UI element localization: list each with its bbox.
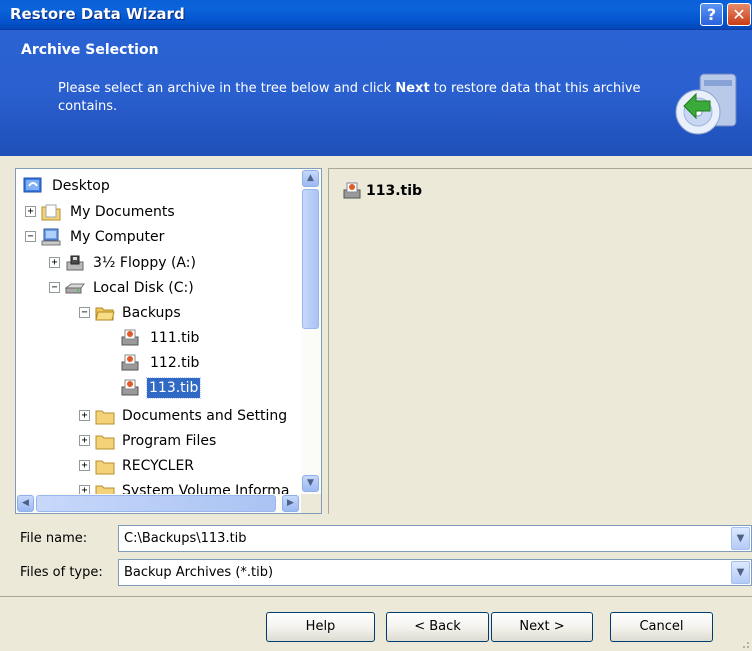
hard-disk-icon	[65, 283, 85, 294]
tree-label: Backups	[122, 305, 181, 321]
expand-toggle[interactable]: +	[79, 435, 90, 446]
floppy-drive-icon	[66, 255, 84, 271]
file-name-row: File name: C:\Backups\113.tib ▼	[0, 525, 752, 553]
footer-divider	[0, 596, 752, 597]
tree-item-113-tib[interactable]: 113.tib	[16, 376, 301, 400]
my-documents-icon	[41, 204, 61, 221]
tree-item-111-tib[interactable]: 111.tib	[16, 326, 301, 350]
page-description: Please select an archive in the tree bel…	[58, 80, 658, 116]
tree-item-local-disk-c[interactable]: − Local Disk (C:)	[16, 276, 301, 300]
folder-icon	[95, 460, 115, 475]
archive-contents-pane[interactable]: 113.tib	[328, 168, 752, 514]
description-next-emphasis: Next	[395, 81, 430, 96]
tree-label-selected: 113.tib	[145, 377, 202, 399]
tree-label: Documents and Setting	[122, 408, 288, 424]
scroll-up-arrow-icon[interactable]: ▲	[302, 170, 319, 187]
collapse-toggle[interactable]: −	[49, 282, 60, 293]
files-of-type-value: Backup Archives (*.tib)	[124, 565, 274, 580]
backup-archive-icon	[343, 182, 361, 199]
tree-label: 3½ Floppy (A:)	[93, 255, 196, 271]
list-item-label: 113.tib	[366, 183, 423, 199]
files-of-type-select[interactable]: Backup Archives (*.tib) ▼	[118, 559, 752, 586]
tree-item-program-files[interactable]: + Program Files	[16, 429, 301, 453]
list-item[interactable]: 113.tib	[342, 181, 422, 201]
tree-item-recycler[interactable]: + RECYCLER	[16, 454, 301, 478]
scroll-right-arrow-icon[interactable]: ▶	[282, 495, 299, 512]
title-bar[interactable]: Restore Data Wizard ? ✕	[0, 0, 752, 30]
chevron-down-icon[interactable]: ▼	[731, 561, 750, 584]
tree-label: RECYCLER	[122, 458, 195, 474]
collapse-toggle[interactable]: −	[79, 307, 90, 318]
expand-toggle[interactable]: +	[79, 410, 90, 421]
restore-wizard-icon	[675, 73, 737, 135]
tree-label: Desktop	[52, 178, 110, 194]
collapse-toggle[interactable]: −	[25, 231, 36, 242]
open-folder-icon	[95, 307, 115, 321]
file-name-value: C:\Backups\113.tib	[124, 531, 247, 546]
backup-archive-icon	[121, 329, 139, 346]
expand-toggle[interactable]: +	[25, 206, 36, 217]
tree-horizontal-scrollbar[interactable]: ◀ ▶	[16, 494, 301, 513]
vertical-scroll-thumb[interactable]	[302, 189, 319, 329]
scroll-left-arrow-icon[interactable]: ◀	[17, 495, 34, 512]
scrollbar-corner	[301, 494, 321, 513]
files-of-type-label: Files of type:	[20, 565, 103, 580]
tree-label: Local Disk (C:)	[93, 280, 194, 296]
tree-label: 112.tib	[150, 355, 200, 371]
help-button[interactable]: Help	[266, 612, 375, 642]
tree-item-112-tib[interactable]: 112.tib	[16, 351, 301, 375]
tree-item-documents-and-settings[interactable]: + Documents and Setting	[16, 404, 301, 428]
description-text-start: Please select an archive in the tree bel…	[58, 81, 396, 96]
scroll-down-arrow-icon[interactable]: ▼	[302, 475, 319, 492]
tree-label: My Documents	[70, 204, 175, 220]
tree-item-desktop[interactable]: Desktop	[16, 174, 301, 198]
window-title: Restore Data Wizard	[10, 5, 185, 23]
desktop-icon	[23, 177, 42, 193]
expand-toggle[interactable]: +	[49, 257, 60, 268]
folder-icon	[95, 410, 115, 425]
tree-item-floppy-a[interactable]: + 3½ Floppy (A:)	[16, 251, 301, 275]
chevron-down-icon[interactable]: ▼	[731, 527, 750, 550]
tree-label: My Computer	[70, 229, 165, 245]
help-title-button[interactable]: ?	[700, 3, 723, 26]
horizontal-scroll-thumb[interactable]	[36, 495, 276, 512]
tree-vertical-scrollbar[interactable]: ▲ ▼	[301, 169, 321, 494]
back-button[interactable]: < Back	[386, 612, 489, 642]
restore-data-wizard-window: Restore Data Wizard ? ✕ Archive Selectio…	[0, 0, 752, 651]
files-of-type-row: Files of type: Backup Archives (*.tib) ▼	[0, 559, 752, 587]
tree-label: Program Files	[122, 433, 217, 449]
expand-toggle[interactable]: +	[79, 460, 90, 471]
tree-item-my-documents[interactable]: + My Documents	[16, 200, 301, 224]
cancel-button[interactable]: Cancel	[610, 612, 713, 642]
my-computer-icon	[41, 228, 61, 246]
backup-archive-icon	[121, 354, 139, 371]
next-button[interactable]: Next >	[491, 612, 593, 642]
file-name-label: File name:	[20, 531, 88, 546]
tree-item-backups[interactable]: − Backups	[16, 301, 301, 325]
file-name-input[interactable]: C:\Backups\113.tib ▼	[118, 525, 752, 552]
page-title: Archive Selection	[21, 42, 159, 58]
close-button[interactable]: ✕	[727, 3, 751, 26]
folder-icon	[95, 435, 115, 450]
tree-item-my-computer[interactable]: − My Computer	[16, 225, 301, 249]
tree-label: 111.tib	[150, 330, 200, 346]
folder-tree[interactable]: Desktop + My Documents − My Computer + 3…	[15, 168, 322, 514]
resize-grip-icon[interactable]	[738, 637, 750, 649]
backup-archive-icon	[121, 379, 139, 396]
